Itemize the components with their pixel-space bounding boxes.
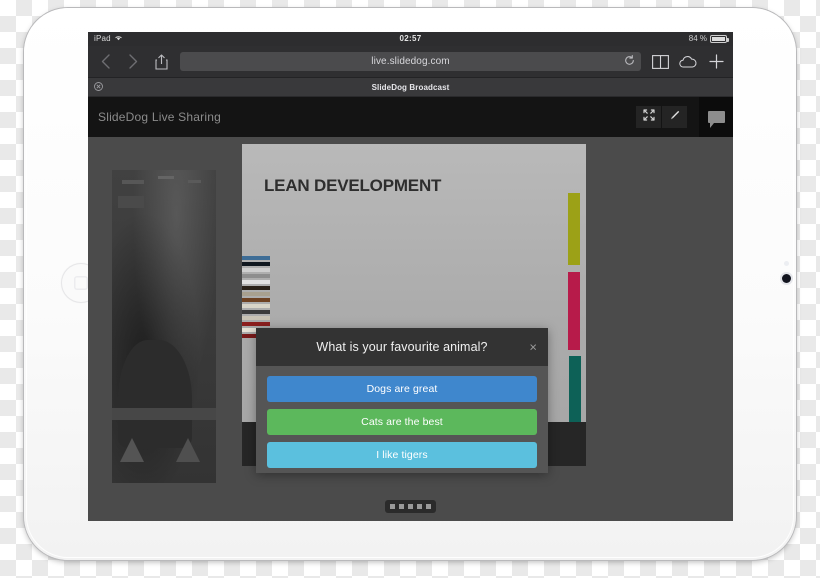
browser-tab-bar: SlideDog Broadcast [88,78,733,97]
close-icon[interactable]: × [529,341,537,354]
address-bar[interactable]: live.slidedog.com [180,52,641,71]
desk-edge [112,408,216,420]
page-dot [417,504,422,509]
teal-bar [569,356,581,428]
share-icon[interactable] [152,53,170,71]
browser-toolbar: live.slidedog.com [88,46,733,78]
fit-to-screen-button[interactable] [636,106,662,128]
battery-percent-label: 84 % [688,34,707,43]
wall-panel [118,196,144,208]
tab-title[interactable]: SlideDog Broadcast [88,83,733,92]
screenshot-stage: iPad 02:57 84 % live.slidedog.com SlideD… [0,0,820,578]
back-chevron-icon[interactable] [96,53,114,71]
page-dot [426,504,431,509]
poll-options: Dogs are great Cats are the best I like … [256,366,548,468]
office-chair [118,340,192,448]
olive-bar [568,193,580,265]
presenter-webcam-thumbnail[interactable] [112,170,216,483]
poll-option-3-label: I like tigers [376,449,428,461]
poll-option-2[interactable]: Cats are the best [267,409,537,435]
page-dot [390,504,395,509]
poll-option-3[interactable]: I like tigers [267,442,537,468]
app-header-tools [636,97,733,137]
ambient-light-sensor [784,261,789,266]
address-bar-url: live.slidedog.com [371,56,450,67]
pencil-pointer-icon [669,108,681,126]
poll-option-1[interactable]: Dogs are great [267,376,537,402]
app-title: SlideDog Live Sharing [98,110,221,124]
ceiling-light-2 [158,176,174,179]
ceiling-light-3 [188,180,201,183]
reload-icon[interactable] [624,53,635,71]
poll-header: What is your favourite animal? × [256,328,548,366]
poll-option-1-label: Dogs are great [366,383,438,395]
app-header: SlideDog Live Sharing [88,97,733,137]
ceiling-light-1 [122,180,144,184]
home-button-square [74,276,88,290]
status-bar: iPad 02:57 84 % [88,32,733,46]
poll-option-2-label: Cats are the best [361,416,443,428]
page-dot [399,504,404,509]
pointer-button[interactable] [662,106,687,128]
chat-button[interactable] [699,97,733,137]
page-dot [408,504,413,509]
ipad-device: iPad 02:57 84 % live.slidedog.com SlideD… [24,8,796,560]
fit-arrows-icon [642,108,655,126]
icloud-tabs-icon[interactable] [679,53,697,71]
ipad-screen: iPad 02:57 84 % live.slidedog.com SlideD… [88,32,733,521]
chat-bubble-icon [707,111,725,128]
tool-group [636,106,687,128]
broadcast-viewer: LEAN DEVELOPMENT You are in sync with th… [88,137,733,521]
forward-chevron-icon[interactable] [124,53,142,71]
crimson-bar [568,272,580,350]
tab-close-icon[interactable] [94,78,103,96]
status-bar-right: 84 % [688,32,729,46]
page-indicator [88,500,733,513]
bookmarks-book-icon[interactable] [651,53,669,71]
poll-dialog: What is your favourite animal? × Dogs ar… [256,328,548,473]
status-time: 02:57 [399,34,422,43]
front-camera [782,274,791,283]
battery-icon [710,35,729,43]
page-indicator-pill[interactable] [385,500,436,513]
new-tab-plus-icon[interactable] [707,53,725,71]
slide-title: LEAN DEVELOPMENT [264,176,442,195]
poll-question: What is your favourite animal? [316,340,488,354]
